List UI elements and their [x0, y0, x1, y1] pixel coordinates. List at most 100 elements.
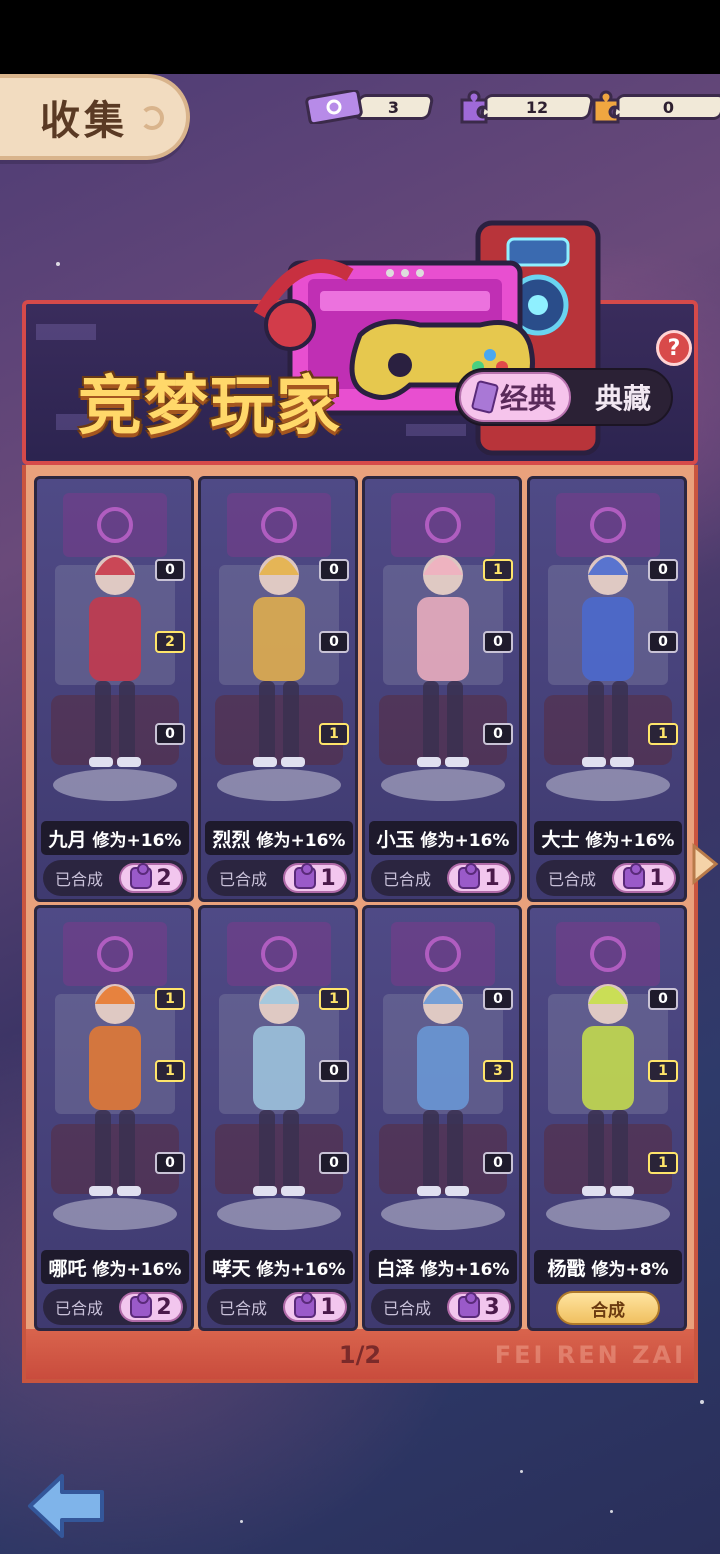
owned-count-badge[interactable]: 1: [283, 1292, 347, 1322]
fragment-count-badge: 1: [155, 988, 185, 1010]
cultivation-bonus: 修为+16%: [585, 830, 675, 851]
synthesized-status: 已合成 3: [371, 1289, 515, 1325]
purple-puzzle-icon: [460, 90, 488, 124]
synthesized-label: 已合成: [382, 870, 431, 889]
fragment-count-badge: 0: [483, 988, 513, 1010]
fragment-count-badge: 0: [648, 559, 678, 581]
purple-puzzle-count: 12: [525, 97, 549, 117]
next-page-arrow-icon[interactable]: [690, 842, 720, 886]
fragment-count-badge: 0: [155, 723, 185, 745]
synthesized-status: 已合成 2: [43, 860, 187, 896]
synthesized-label: 已合成: [54, 870, 103, 889]
owned-count-badge[interactable]: 3: [447, 1292, 511, 1322]
cultivation-bonus: 修为+16%: [256, 1259, 346, 1280]
edition-tab-switch: 经典 典藏: [455, 368, 673, 426]
character-name: 小玉: [376, 828, 415, 851]
owned-count: 1: [484, 865, 500, 891]
resource-tickets[interactable]: 3: [304, 90, 435, 124]
character-name: 白泽: [376, 1257, 415, 1280]
cultivation-bonus: 修为+16%: [420, 1259, 510, 1280]
character-name-bar: 烈烈 修为+16%: [205, 821, 353, 855]
fragment-count-badge: 2: [155, 631, 185, 653]
character-name-bar: 哪吒 修为+16%: [41, 1250, 189, 1284]
fragment-count-badge: 1: [483, 559, 513, 581]
star: [56, 262, 60, 266]
fragment-count-badge: 0: [319, 631, 349, 653]
card-icon: [470, 379, 500, 415]
swirl-ornament-icon: [140, 106, 164, 130]
fragment-count-badge: 0: [648, 988, 678, 1010]
character-card[interactable]: 0 1 1 杨戬 修为+8% 合成: [527, 905, 687, 1331]
puzzle-icon: [458, 863, 481, 889]
owned-count-badge[interactable]: 1: [283, 863, 347, 893]
character-card[interactable]: 0 0 1 大士 修为+16% 已合成 1: [527, 476, 687, 902]
synthesized-label: 已合成: [218, 1299, 267, 1318]
fragment-count-badge: 1: [155, 1060, 185, 1082]
owned-count: 1: [320, 1294, 336, 1320]
character-name-bar: 哮天 修为+16%: [205, 1250, 353, 1284]
puzzle-icon: [458, 1292, 481, 1318]
fragment-count-badge: 0: [648, 631, 678, 653]
fragment-count-badge: 0: [155, 1152, 185, 1174]
ticket-count: 3: [388, 97, 400, 117]
character-name-bar: 九月 修为+16%: [41, 821, 189, 855]
star: [610, 1510, 613, 1513]
fragment-count-badge: 1: [648, 723, 678, 745]
owned-count: 3: [484, 1294, 500, 1320]
character-name: 烈烈: [212, 828, 251, 851]
character-name-bar: 白泽 修为+16%: [369, 1250, 517, 1284]
synthesized-label: 已合成: [54, 1299, 103, 1318]
character-card[interactable]: 1 0 0 小玉 修为+16% 已合成 1: [362, 476, 522, 902]
orange-puzzle-icon: [592, 90, 620, 124]
back-arrow-button[interactable]: [26, 1470, 106, 1542]
owned-count-badge[interactable]: 2: [119, 863, 183, 893]
star: [240, 1520, 243, 1523]
character-name: 大士: [541, 828, 580, 851]
synthesized-label: 已合成: [547, 870, 596, 889]
puzzle-icon: [130, 863, 153, 889]
owned-count-badge[interactable]: 1: [447, 863, 511, 893]
fragment-count-badge: 1: [648, 1060, 678, 1082]
character-card[interactable]: 1 1 0 哪吒 修为+16% 已合成 2: [34, 905, 194, 1331]
puzzle-icon: [623, 863, 646, 889]
character-card[interactable]: 1 0 0 哮天 修为+16% 已合成 1: [198, 905, 358, 1331]
puzzle-icon: [294, 863, 317, 889]
resource-purple-puzzle[interactable]: 12: [456, 90, 595, 124]
ticket-icon: [305, 90, 363, 124]
character-name-bar: 小玉 修为+16%: [369, 821, 517, 855]
owned-count-badge[interactable]: 1: [612, 863, 676, 893]
tab-classic[interactable]: 经典: [459, 372, 571, 422]
synthesized-status: 已合成 1: [207, 1289, 351, 1325]
tab-collection-label: 典藏: [594, 382, 651, 415]
fragment-count-badge: 0: [483, 631, 513, 653]
fragment-count-badge: 1: [648, 1152, 678, 1174]
tab-classic-label: 经典: [499, 382, 556, 415]
fragment-count-badge: 0: [319, 559, 349, 581]
synthesized-label: 已合成: [218, 870, 267, 889]
help-button[interactable]: ?: [656, 330, 692, 366]
owned-count: 2: [156, 865, 172, 891]
synthesized-status: 已合成 1: [207, 860, 351, 896]
tab-collection[interactable]: 典藏: [577, 372, 669, 422]
cultivation-bonus: 修为+16%: [256, 830, 346, 851]
synthesize-button[interactable]: 合成: [556, 1291, 660, 1325]
character-card[interactable]: 0 3 0 白泽 修为+16% 已合成 3: [362, 905, 522, 1331]
synthesized-status: 已合成 2: [43, 1289, 187, 1325]
fragment-count-badge: 0: [319, 1152, 349, 1174]
resource-orange-puzzle[interactable]: 0: [588, 90, 720, 124]
cultivation-bonus: 修为+8%: [591, 1259, 669, 1280]
character-name-bar: 大士 修为+16%: [534, 821, 682, 855]
watermark: FEI REN ZAI: [494, 1341, 686, 1369]
character-name-bar: 杨戬 修为+8%: [534, 1250, 682, 1284]
puzzle-icon: [294, 1292, 317, 1318]
owned-count-badge[interactable]: 2: [119, 1292, 183, 1322]
character-card[interactable]: 0 2 0 九月 修为+16% 已合成 2: [34, 476, 194, 902]
character-card[interactable]: 0 0 1 烈烈 修为+16% 已合成 1: [198, 476, 358, 902]
character-name: 哪吒: [48, 1257, 87, 1280]
cultivation-bonus: 修为+16%: [92, 830, 182, 851]
synthesized-label: 已合成: [382, 1299, 431, 1318]
puzzle-icon: [130, 1292, 153, 1318]
fragment-count-badge: 1: [319, 723, 349, 745]
star: [700, 1400, 704, 1404]
owned-count: 2: [156, 1294, 172, 1320]
